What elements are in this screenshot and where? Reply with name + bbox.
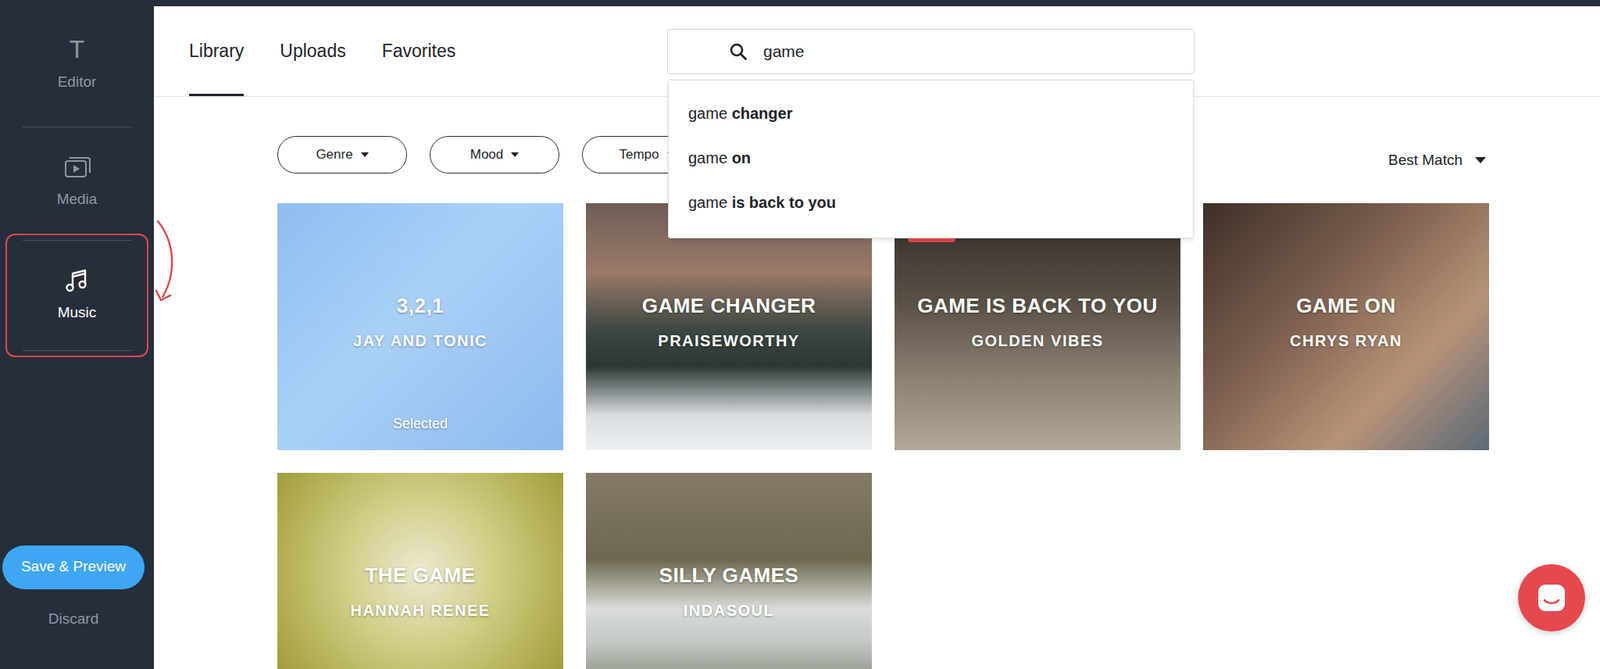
suggestion-typed: game bbox=[688, 101, 728, 125]
tab-bar: Library Uploads Favorites bbox=[189, 6, 668, 97]
track-artist: CHRYS RYAN bbox=[1289, 328, 1403, 353]
filter-dropdown[interactable]: Genre bbox=[277, 135, 408, 174]
library-tab[interactable]: Uploads bbox=[279, 6, 346, 97]
search-input[interactable] bbox=[761, 38, 1194, 65]
track-artist: INDASOUL bbox=[683, 598, 775, 622]
sidebar-label: Music bbox=[57, 301, 97, 325]
suggestion-item[interactable]: gameis back to you bbox=[668, 180, 1193, 225]
sidebar-item-frame: Music bbox=[5, 233, 149, 358]
chat-button[interactable] bbox=[1517, 564, 1586, 632]
sidebar-item-frame: Media bbox=[5, 120, 149, 234]
track-title: SILLY GAMES bbox=[659, 560, 800, 591]
caret-icon bbox=[1475, 157, 1486, 164]
filter-group: Genre Mood Tempo bbox=[277, 135, 712, 174]
arrow-annotation-icon bbox=[151, 218, 183, 307]
selected-label: Selected bbox=[277, 413, 564, 435]
filter-label: Tempo bbox=[618, 144, 659, 165]
filter-dropdown[interactable]: Mood bbox=[429, 135, 560, 174]
suggestion-completion: on bbox=[732, 146, 751, 170]
sidebar-item-frame: T Editor bbox=[5, 0, 149, 121]
app-shell: T Editor Media Music Save & Preview Discard Li… bbox=[0, 0, 1600, 669]
suggestion-typed: game bbox=[688, 190, 728, 215]
sidebar-footer: Save & Preview Discard bbox=[0, 545, 154, 669]
filter-label: Genre bbox=[315, 144, 353, 165]
track-title: GAME CHANGER bbox=[642, 290, 817, 322]
media-icon bbox=[63, 153, 92, 181]
suggestion-completion: is back to you bbox=[732, 190, 836, 215]
search: gamechangergameongameis back to you bbox=[667, 28, 1195, 75]
track-title: THE GAME bbox=[364, 560, 475, 591]
track-card[interactable]: GAME ON CHRYS RYAN bbox=[1203, 203, 1490, 450]
search-field bbox=[667, 28, 1195, 75]
main-panel: LibraryUploadsFavoritesgamechangergameon… bbox=[153, 0, 1600, 669]
sidebar-item[interactable]: T Editor bbox=[22, 1, 132, 119]
sidebar: T Editor Media Music Save & Preview Discard bbox=[0, 0, 154, 669]
text-icon: T bbox=[69, 36, 86, 64]
chat-icon bbox=[1535, 582, 1568, 614]
sort-dropdown[interactable]: Best Match bbox=[1388, 149, 1490, 172]
track-artist: PRAISEWORTHY bbox=[657, 328, 800, 353]
track-card[interactable]: 3,2,1 JAY AND TONIC Selected bbox=[277, 203, 564, 450]
suggestion-item[interactable]: gameon bbox=[668, 135, 1193, 181]
music-icon bbox=[64, 267, 91, 294]
library-tab[interactable]: Favorites bbox=[382, 6, 457, 97]
caret-icon bbox=[510, 152, 519, 158]
library-tab[interactable]: Library bbox=[189, 6, 244, 97]
suggestion-completion: changer bbox=[732, 101, 793, 125]
track-artist: HANNAH RENEE bbox=[350, 598, 490, 622]
track-title: GAME ON bbox=[1296, 290, 1397, 322]
track-grid: 3,2,1 JAY AND TONIC Selected GAME CHANGER PR… bbox=[277, 203, 1600, 669]
track-artist: JAY AND TONIC bbox=[353, 328, 488, 353]
sidebar-label: Media bbox=[57, 188, 98, 211]
suggestion-typed: game bbox=[688, 146, 728, 170]
top-nav: Library Uploads Favorites gamechangergameon… bbox=[153, 6, 1600, 97]
track-card[interactable]: GAME CHANGER PRAISEWORTHY bbox=[585, 203, 872, 450]
track-card[interactable]: THE GAME HANNAH RENEE bbox=[277, 472, 564, 669]
sidebar-divider bbox=[22, 126, 132, 128]
sidebar-item[interactable]: Music bbox=[22, 245, 132, 346]
save-preview-button[interactable]: Save & Preview bbox=[2, 545, 145, 590]
discard-button[interactable]: Discard bbox=[2, 607, 145, 631]
suggestion-dropdown: gamechangergameongameis back to you bbox=[667, 79, 1194, 239]
sort-label: Best Match bbox=[1388, 149, 1463, 172]
suggestion-item[interactable]: gamechanger bbox=[668, 91, 1193, 136]
track-title: GAME IS BACK TO YOU bbox=[917, 290, 1158, 322]
sidebar-divider bbox=[22, 350, 132, 351]
search-icon bbox=[728, 42, 748, 61]
sidebar-item[interactable]: Media bbox=[22, 132, 132, 233]
sidebar-divider bbox=[22, 239, 132, 241]
track-title: 3,2,1 bbox=[396, 290, 444, 322]
track-artist: GOLDEN VIBES bbox=[971, 328, 1104, 353]
track-card[interactable]: SILLY GAMES INDASOUL bbox=[585, 472, 872, 669]
caret-icon bbox=[360, 152, 369, 158]
track-card[interactable]: GAME IS BACK TO YOU GOLDEN VIBES bbox=[894, 203, 1181, 450]
sidebar-label: Editor bbox=[57, 71, 97, 94]
filter-label: Mood bbox=[470, 144, 504, 165]
